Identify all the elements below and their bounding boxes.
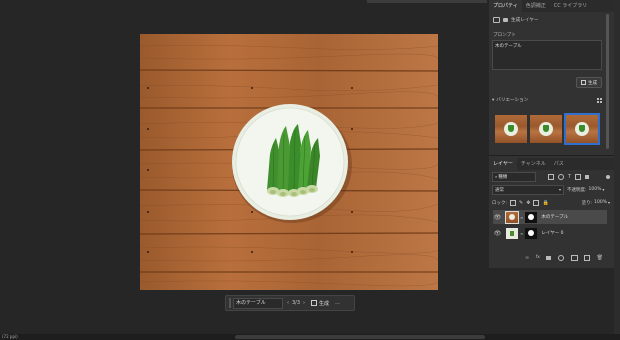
layer-mask-thumbnail bbox=[525, 211, 538, 223]
more-options-button[interactable]: ... bbox=[335, 300, 340, 306]
blend-mode-select[interactable]: 通常 ▾ bbox=[492, 184, 564, 195]
lock-position-icon[interactable]: ✥ bbox=[526, 200, 530, 206]
lock-fill-row: ロック: ✎ ✥ 🔒 塗り: 100% ▾ bbox=[492, 198, 610, 207]
fill-value[interactable]: 100% bbox=[594, 200, 607, 205]
drag-handle[interactable] bbox=[229, 298, 231, 308]
chevron-down-icon[interactable]: ▾ bbox=[492, 98, 494, 103]
variation-thumbnail-3[interactable] bbox=[564, 113, 600, 145]
properties-tabs: プロパティ 色調補正 CC ライブラリ bbox=[489, 0, 614, 12]
pixel-filter-icon[interactable] bbox=[548, 173, 554, 180]
variation-thumbnail-2[interactable] bbox=[530, 115, 562, 143]
delete-layer-icon[interactable]: 🗑 bbox=[597, 255, 603, 261]
shape-filter-icon[interactable] bbox=[575, 173, 582, 180]
lock-label: ロック: bbox=[492, 200, 508, 206]
layer-name[interactable]: レイヤー 0 bbox=[541, 230, 563, 236]
tab-paths[interactable]: パス bbox=[550, 158, 568, 170]
previous-variation-button[interactable]: ‹ bbox=[287, 300, 289, 306]
horizontal-scrollbar[interactable] bbox=[235, 335, 485, 339]
opacity-label: 不透明度: bbox=[567, 187, 587, 193]
chevron-down-icon[interactable]: ▾ bbox=[608, 200, 610, 205]
link-layers-icon[interactable]: ∞ bbox=[525, 255, 529, 261]
type-filter-icon[interactable]: T bbox=[568, 174, 571, 180]
contextual-task-bar: 木のテーブル ‹ 3/3 › 生成 ... bbox=[225, 295, 355, 311]
lock-pixels-icon[interactable]: ✎ bbox=[519, 200, 523, 206]
adjustment-filter-icon[interactable] bbox=[558, 173, 564, 180]
prompt-input[interactable]: 木のテーブル bbox=[233, 297, 283, 309]
chevron-down-icon: ▾ bbox=[558, 187, 561, 192]
layer-thumbnail bbox=[506, 227, 518, 239]
tab-adjustments[interactable]: 色調補正 bbox=[522, 0, 550, 12]
status-bar: (72 ppi) bbox=[0, 334, 620, 340]
wooden-table-okra-image bbox=[140, 34, 438, 290]
prompt-heading: プロンプト bbox=[493, 33, 516, 38]
generate-label: 生成 bbox=[319, 300, 330, 307]
generative-layer-icon bbox=[493, 17, 500, 23]
new-group-icon[interactable] bbox=[570, 254, 578, 261]
tab-cc-libraries[interactable]: CC ライブラリ bbox=[550, 0, 592, 12]
filter-toggle-icon[interactable] bbox=[606, 174, 610, 179]
tab-layers[interactable]: レイヤー bbox=[489, 158, 517, 170]
visibility-eye-icon[interactable]: 👁 bbox=[493, 230, 502, 237]
search-icon: ⌕ bbox=[495, 174, 498, 179]
layer-row-wood-table[interactable]: 👁 ∞ 木のテーブル bbox=[493, 210, 607, 224]
chain-link-icon[interactable]: ∞ bbox=[520, 231, 523, 236]
opacity-value[interactable]: 100% bbox=[589, 187, 602, 192]
generate-icon bbox=[581, 80, 586, 85]
variations-header: ▾ バリエーション bbox=[492, 97, 602, 103]
layers-footer: ∞ fx 🗑 bbox=[525, 253, 603, 262]
layer-mask-thumbnail bbox=[525, 227, 538, 239]
layer-type-label: 生成レイヤー bbox=[511, 18, 539, 23]
adjustment-layer-icon[interactable] bbox=[558, 254, 565, 261]
right-panels: プロパティ 色調補正 CC ライブラリ 生成レイヤー プロンプト 木のテーブル … bbox=[489, 0, 614, 268]
properties-scrollbar[interactable] bbox=[606, 14, 609, 149]
generate-button[interactable]: 生成 bbox=[311, 300, 329, 307]
layer-row-layer-0[interactable]: 👁 ∞ レイヤー 0 bbox=[493, 226, 607, 240]
pixel-layer-icon bbox=[503, 18, 508, 22]
lock-all-icon[interactable]: 🔒 bbox=[542, 200, 548, 206]
panel-generate-label: 生成 bbox=[588, 80, 597, 86]
layer-thumbnail bbox=[505, 210, 519, 224]
panel-gutter bbox=[614, 0, 620, 334]
prompt-textarea[interactable]: 木のテーブル bbox=[492, 40, 602, 70]
lock-artboard-icon[interactable] bbox=[533, 199, 540, 206]
fill-label: 塗り: bbox=[581, 200, 593, 206]
filter-kind-select[interactable]: ⌕ 種類 bbox=[492, 171, 536, 182]
blend-mode-value: 通常 bbox=[495, 187, 504, 193]
chevron-down-icon[interactable]: ▾ bbox=[602, 187, 604, 192]
grid-view-icon[interactable] bbox=[597, 97, 602, 103]
zoom-readout[interactable]: (72 ppi) bbox=[2, 334, 18, 340]
panel-divider bbox=[489, 155, 614, 156]
smart-object-filter-icon[interactable] bbox=[585, 174, 590, 179]
new-layer-icon[interactable] bbox=[584, 254, 591, 261]
tab-properties[interactable]: プロパティ bbox=[489, 0, 522, 12]
visibility-eye-icon[interactable]: 👁 bbox=[493, 214, 502, 221]
document-image[interactable] bbox=[140, 34, 438, 290]
variations-heading: バリエーション bbox=[496, 98, 529, 103]
layers-tabs: レイヤー チャンネル パス bbox=[489, 158, 614, 170]
layer-type-row: 生成レイヤー bbox=[493, 17, 538, 23]
variation-thumbnail-1[interactable] bbox=[495, 115, 527, 143]
tab-channels[interactable]: チャンネル bbox=[517, 158, 550, 170]
blend-opacity-row: 通常 ▾ 不透明度: 100% ▾ bbox=[492, 184, 610, 195]
lock-transparency-icon[interactable] bbox=[510, 199, 517, 206]
layer-style-icon[interactable]: fx bbox=[536, 255, 540, 260]
canvas-area[interactable]: 木のテーブル ‹ 3/3 › 生成 ... bbox=[0, 0, 488, 334]
filter-kind-label: 種類 bbox=[498, 174, 508, 180]
layer-filter-row: ⌕ 種類 T bbox=[492, 171, 610, 182]
next-variation-button[interactable]: › bbox=[303, 300, 305, 306]
panel-generate-button[interactable]: 生成 bbox=[576, 77, 602, 88]
generate-icon bbox=[311, 300, 318, 306]
add-mask-icon[interactable] bbox=[546, 255, 552, 260]
variation-counter: 3/3 bbox=[292, 300, 301, 306]
layer-name[interactable]: 木のテーブル bbox=[541, 214, 568, 220]
chain-link-icon[interactable]: ∞ bbox=[520, 215, 523, 220]
